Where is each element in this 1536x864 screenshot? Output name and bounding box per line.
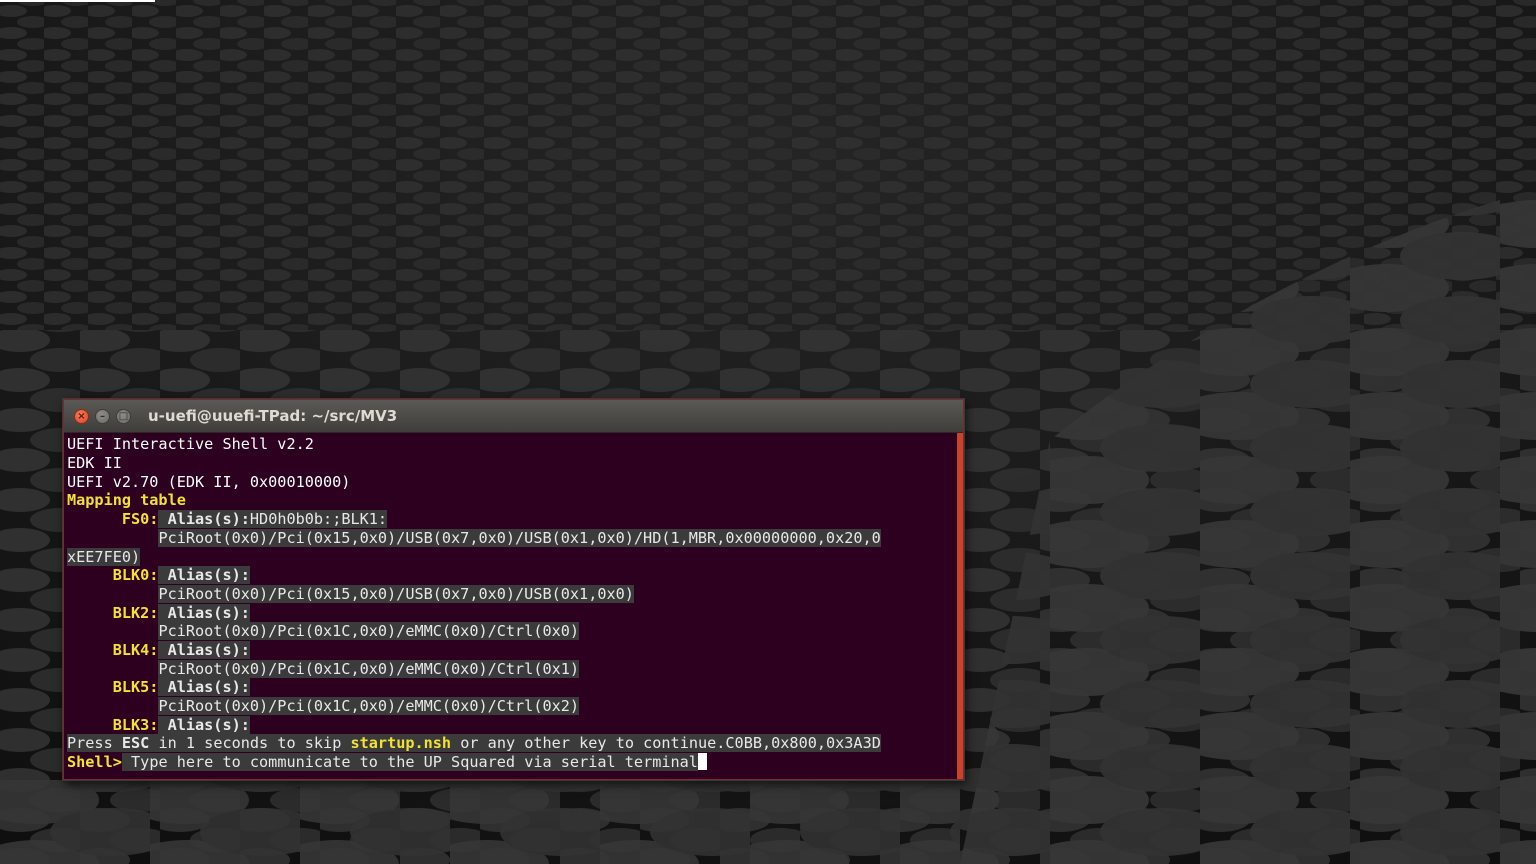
minimize-icon[interactable]: – xyxy=(95,409,110,424)
uefi-version-line: UEFI v2.70 (EDK II, 0x00010000) xyxy=(67,473,351,491)
blk2-alias-line: BLK2: Alias(s): xyxy=(112,604,250,622)
edk-line: EDK II xyxy=(67,454,122,472)
close-icon[interactable]: × xyxy=(74,409,89,424)
screen-edge-strip xyxy=(0,0,155,2)
blk5-alias-line: BLK5: Alias(s): xyxy=(112,678,250,696)
window-title: u-uefi@uuefi-TPad: ~/src/MV3 xyxy=(148,407,398,425)
shell-input-text[interactable]: Type here to communicate to the UP Squar… xyxy=(131,753,698,771)
blk0-path-line: PciRoot(0x0)/Pci(0x15,0x0)/USB(0x7,0x0)/… xyxy=(158,585,634,603)
blk4-path-line: PciRoot(0x0)/Pci(0x1C,0x0)/eMMC(0x0)/Ctr… xyxy=(158,660,580,678)
fs0-path-line: PciRoot(0x0)/Pci(0x15,0x0)/USB(0x7,0x0)/… xyxy=(158,529,881,547)
mapping-table-heading: Mapping table xyxy=(67,491,186,509)
startup-prompt-line: Press ESC in 1 seconds to skip startup.n… xyxy=(67,734,881,752)
text-cursor xyxy=(697,753,707,770)
blk0-alias-line: BLK0: Alias(s): xyxy=(112,566,250,584)
title-bar[interactable]: × – □ u-uefi@uuefi-TPad: ~/src/MV3 xyxy=(64,400,963,433)
blk2-path-line: PciRoot(0x0)/Pci(0x1C,0x0)/eMMC(0x0)/Ctr… xyxy=(158,622,580,640)
shell-version-line: UEFI Interactive Shell v2.2 xyxy=(67,435,314,453)
window-right-edge[interactable] xyxy=(957,433,963,779)
blk4-alias-line: BLK4: Alias(s): xyxy=(112,641,250,659)
desktop: × – □ u-uefi@uuefi-TPad: ~/src/MV3 UEFI … xyxy=(0,0,1536,864)
blk5-path-line: PciRoot(0x0)/Pci(0x1C,0x0)/eMMC(0x0)/Ctr… xyxy=(158,697,580,715)
blk3-alias-line: BLK3: Alias(s): xyxy=(112,716,250,734)
shell-prompt: Shell> xyxy=(67,753,122,771)
maximize-icon[interactable]: □ xyxy=(116,409,131,424)
fs0-alias-line: FS0: Alias(s):HD0h0b0b:;BLK1: xyxy=(121,510,388,528)
fs0-path-continuation: xEE7FE0) xyxy=(67,548,141,566)
shell-input-line[interactable]: Shell> Type here to communicate to the U… xyxy=(67,753,707,772)
terminal-output[interactable]: UEFI Interactive Shell v2.2 EDK II UEFI … xyxy=(64,433,957,779)
terminal-window[interactable]: × – □ u-uefi@uuefi-TPad: ~/src/MV3 UEFI … xyxy=(63,399,964,780)
